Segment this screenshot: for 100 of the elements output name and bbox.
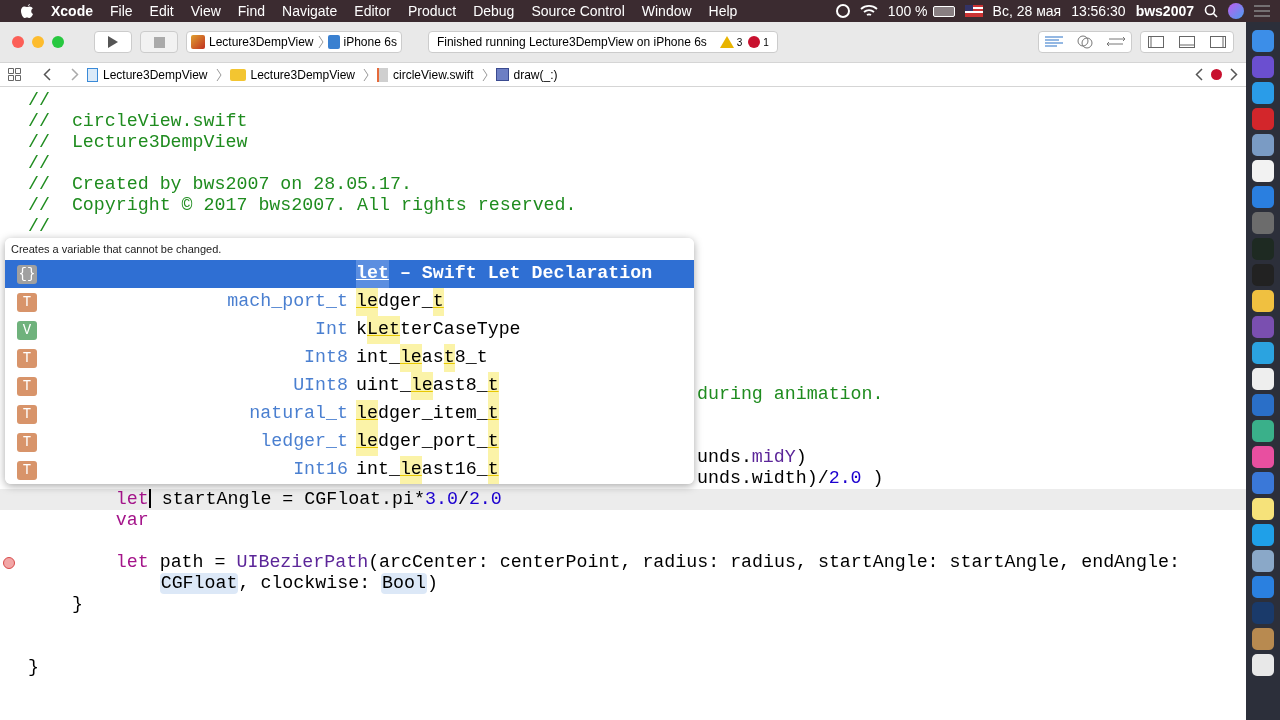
- completion-name: t: [432, 288, 444, 316]
- completion-name: int_: [356, 458, 400, 482]
- completion-name: t: [487, 428, 499, 456]
- dock-app-icon[interactable]: [1252, 498, 1274, 520]
- completion-name: terCaseType: [399, 318, 521, 342]
- placeholder-token[interactable]: Bool: [381, 573, 427, 594]
- previous-issue-icon[interactable]: [1195, 68, 1203, 81]
- dock-app-icon[interactable]: [1252, 160, 1274, 182]
- code-text: during animation.: [697, 384, 884, 405]
- left-panel-icon[interactable]: [1148, 36, 1165, 48]
- device-name[interactable]: iPhone 6s: [343, 33, 397, 51]
- menu-item[interactable]: Window: [641, 0, 692, 22]
- error-count[interactable]: 1: [763, 34, 769, 50]
- list-icon[interactable]: [1254, 5, 1270, 17]
- chevron-icon: [317, 35, 324, 49]
- menu-item[interactable]: Edit: [149, 0, 174, 22]
- return-type: ledger_t: [260, 431, 348, 452]
- next-issue-icon[interactable]: [1230, 68, 1238, 81]
- completion-item[interactable]: V Int kLetterCaseType: [5, 316, 694, 344]
- menu-item[interactable]: Source Control: [531, 0, 625, 22]
- completion-item[interactable]: T Int16 int_least16_t: [5, 456, 694, 484]
- symbol-badge: T: [17, 460, 37, 480]
- breadcrumb[interactable]: Lecture3DempView: [87, 65, 208, 84]
- battery-icon[interactable]: [932, 5, 955, 17]
- menu-item[interactable]: File: [110, 0, 133, 22]
- right-panel-icon[interactable]: [1209, 36, 1226, 48]
- code-text: unds.: [697, 447, 752, 468]
- wifi-icon[interactable]: [859, 4, 878, 18]
- dock-app-icon[interactable]: [1252, 368, 1274, 390]
- dock-app-icon[interactable]: [1252, 654, 1274, 676]
- folder-icon: [229, 68, 246, 81]
- breadcrumb[interactable]: circleView.swift: [377, 65, 474, 84]
- error-marker-icon[interactable]: [3, 556, 15, 569]
- return-type: mach_port_t: [227, 291, 348, 312]
- menu-item[interactable]: View: [190, 0, 221, 22]
- warning-count[interactable]: 3: [736, 34, 743, 50]
- completion-item[interactable]: T UInt8 uint_least8_t: [5, 372, 694, 400]
- dock-app-icon[interactable]: [1252, 290, 1274, 312]
- completion-name: dger_port_: [377, 430, 488, 454]
- code-text: startAngle = CGFloat.pi*: [161, 489, 425, 510]
- back-icon[interactable]: [43, 68, 51, 81]
- issue-icon[interactable]: [1211, 69, 1222, 80]
- completion-name: le: [410, 372, 433, 400]
- panel-control[interactable]: [1140, 31, 1234, 53]
- chevron-icon: [215, 67, 222, 82]
- menu-item[interactable]: Navigate: [282, 0, 338, 22]
- symbol-badge: {}: [17, 264, 37, 284]
- arrows-icon[interactable]: [1106, 36, 1125, 48]
- code-text: ): [795, 447, 807, 468]
- completion-name: dger_: [377, 290, 433, 314]
- symbol-badge: T: [17, 404, 37, 424]
- run-button[interactable]: [94, 31, 132, 53]
- search-icon[interactable]: [1204, 4, 1218, 18]
- breadcrumb[interactable]: Lecture3DempView: [229, 65, 356, 84]
- editor-mode-control[interactable]: [1038, 31, 1132, 53]
- completion-name: k: [356, 318, 367, 342]
- flag-icon[interactable]: [964, 5, 983, 17]
- code-text: ): [872, 468, 884, 489]
- battery-percent[interactable]: 100 %: [887, 0, 928, 22]
- chevron-icon: [363, 67, 370, 82]
- siri-icon[interactable]: [1228, 3, 1244, 19]
- completion-name: dger_item_: [377, 402, 488, 426]
- menu-item[interactable]: Product: [407, 0, 457, 22]
- dock-app-icon[interactable]: [1252, 550, 1274, 572]
- menu-item[interactable]: Help: [708, 0, 738, 22]
- code-text: path =: [159, 552, 227, 573]
- completion-item[interactable]: T Int8 int_least8_t: [5, 344, 694, 372]
- menu-item[interactable]: Debug: [473, 0, 515, 22]
- code-text: }: [28, 657, 39, 678]
- menu-date[interactable]: Вс, 28 мая: [992, 0, 1062, 22]
- completion-item[interactable]: T natural_t ledger_item_t: [5, 400, 694, 428]
- completion-name: int_: [356, 346, 400, 370]
- menu-app-name[interactable]: Xcode: [51, 0, 93, 22]
- completion-name: ast16_: [421, 458, 488, 482]
- menu-user[interactable]: bws2007: [1135, 0, 1194, 22]
- close-button[interactable]: [12, 36, 24, 48]
- menu-item[interactable]: Find: [237, 0, 266, 22]
- completion-item[interactable]: T ledger_t ledger_port_t: [5, 428, 694, 456]
- apple-icon[interactable]: [20, 3, 34, 19]
- code-text: // Created by bws2007 on 28.05.17.: [28, 174, 412, 195]
- scheme-name[interactable]: Lecture3DempView: [209, 33, 314, 51]
- completion-name: let: [356, 260, 389, 288]
- completion-name: le: [399, 456, 422, 484]
- code-text: // circleView.swift: [28, 111, 248, 132]
- scheme-selector[interactable]: Lecture3DempView iPhone 6s: [186, 31, 402, 53]
- breadcrumb[interactable]: draw(_:): [495, 65, 558, 84]
- grid-icon[interactable]: [8, 68, 21, 81]
- code-text: }: [71, 594, 83, 615]
- dock-app-icon[interactable]: [1252, 420, 1274, 442]
- menu-item[interactable]: Editor: [354, 0, 391, 22]
- timer-icon[interactable]: [835, 4, 850, 18]
- placeholder-token[interactable]: CGFloat: [159, 573, 239, 594]
- completion-item[interactable]: {} let – Swift Let Declaration: [5, 260, 694, 288]
- menu-time[interactable]: 13:56:30: [1071, 0, 1126, 22]
- rings-icon[interactable]: [1076, 35, 1094, 49]
- bottom-panel-icon[interactable]: [1179, 36, 1195, 48]
- completion-name: t: [487, 456, 499, 484]
- error-icon[interactable]: [748, 36, 761, 48]
- completion-name: le: [356, 428, 378, 456]
- completion-item[interactable]: T mach_port_t ledger_t: [5, 288, 694, 316]
